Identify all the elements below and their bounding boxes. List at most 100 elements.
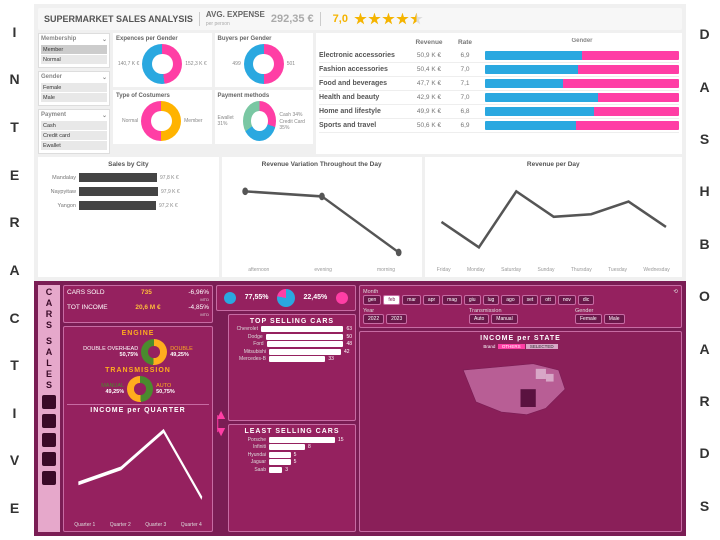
donut-icon xyxy=(243,101,276,141)
filter-chip[interactable]: mar xyxy=(402,295,421,305)
sidebar-letter: E xyxy=(46,370,52,379)
filter-option[interactable]: Member xyxy=(41,45,107,54)
bar-row: Porsche15 xyxy=(232,437,352,443)
axis-tick: Friday xyxy=(437,267,451,273)
table-row[interactable]: Food and beverages47,7 K €7,1 xyxy=(319,77,679,91)
filter-chip[interactable]: set xyxy=(522,295,539,305)
chart-title: Type of Costumers xyxy=(116,93,170,99)
filter-chip[interactable]: mag xyxy=(442,295,462,305)
filter-option[interactable]: Ewallet xyxy=(41,141,107,150)
filter-option[interactable]: Cash xyxy=(41,121,107,130)
data-label: 152,3 K € xyxy=(185,61,206,67)
donut-icon xyxy=(141,101,181,141)
kpi-label: TOT INCOME xyxy=(67,304,108,318)
filter-chip[interactable]: lug xyxy=(483,295,500,305)
data-label: Member xyxy=(184,118,202,124)
table-row[interactable]: Home and lifestyle49,9 K €6,8 xyxy=(319,105,679,119)
rail-letter: T xyxy=(10,119,20,135)
sidebar-letter: A xyxy=(46,299,53,308)
section-title: ENGINE xyxy=(67,330,209,337)
col-header: Revenue xyxy=(413,39,445,46)
gender-bar xyxy=(485,79,679,88)
filter-payment: Payment⌄ Cash Credit card Ewallet xyxy=(38,109,110,154)
kpi-value: 20,6 M € xyxy=(135,304,160,318)
chart-title: Revenue Variation Throughout the Day xyxy=(226,161,418,168)
filter-title: Transmission xyxy=(469,308,502,314)
filter-chip[interactable]: Female xyxy=(575,314,602,324)
bar-value: 42 xyxy=(344,349,350,355)
filter-option[interactable]: Normal xyxy=(41,55,107,64)
rail-letter: S xyxy=(700,498,710,514)
kpi-value: 735 xyxy=(141,289,152,303)
chart-payment-methods: Payment methods Ewallet 31% Cash 34%Cred… xyxy=(215,90,314,144)
table-row[interactable]: Health and beauty42,9 K €7,0 xyxy=(319,91,679,105)
table-row[interactable]: Sports and travel50,6 K €6,9 xyxy=(319,119,679,133)
sidebar-nav-icon[interactable] xyxy=(42,414,56,428)
sidebar-letter: C xyxy=(46,288,53,297)
bar-label: Hyundai xyxy=(232,452,266,458)
filter-option[interactable]: Male xyxy=(41,93,107,102)
filter-chip[interactable]: Manual xyxy=(491,314,517,324)
table-row[interactable]: Fashion accessories50,4 K €7,0 xyxy=(319,63,679,77)
rail-letter: A xyxy=(699,341,710,357)
gender-bar xyxy=(485,107,679,116)
bar-row: Mercedes-B33 xyxy=(232,356,352,362)
sidebar-nav-icon[interactable] xyxy=(42,395,56,409)
chart-customer-type: Type of Costumers Normal Member xyxy=(113,90,212,144)
filter-membership: Membership⌄ Member Normal xyxy=(38,33,110,68)
bar-value: 97,8 K € xyxy=(160,175,179,181)
bar-label: Yangon xyxy=(42,203,76,209)
filter-chip[interactable]: 2023 xyxy=(386,314,407,324)
bar-value: 48 xyxy=(346,341,352,347)
kpi-delta: -4,85% xyxy=(188,304,209,311)
filter-title: Year xyxy=(363,308,374,314)
clear-icon[interactable]: ⌄ xyxy=(102,36,107,43)
chart-title: Revenue per Day xyxy=(429,161,678,168)
bar-icon xyxy=(269,467,282,473)
bar-icon xyxy=(79,173,157,182)
filter-option[interactable]: Credit card xyxy=(41,131,107,140)
filter-chip[interactable]: Auto xyxy=(469,314,489,324)
axis-tick: morning xyxy=(377,267,395,273)
filter-chip[interactable]: ago xyxy=(501,295,519,305)
table-row[interactable]: Electronic accessories50,9 K €6,9 xyxy=(319,49,679,63)
cell-name: Electronic accessories xyxy=(319,52,409,59)
filter-chip[interactable]: ott xyxy=(540,295,556,305)
income-per-state-map[interactable]: INCOME per STATE Brand OTHERS SELECTED xyxy=(359,331,682,532)
filter-chip[interactable]: nov xyxy=(558,295,576,305)
filter-chip[interactable]: giu xyxy=(464,295,481,305)
legend-item: OTHERS xyxy=(498,344,525,349)
col-header: Rate xyxy=(449,39,481,46)
clear-icon[interactable]: ⌄ xyxy=(102,112,107,119)
sidebar-nav-icon[interactable] xyxy=(42,471,56,485)
sidebar-nav-icon[interactable] xyxy=(42,433,56,447)
divider xyxy=(320,12,321,26)
filter-option[interactable]: Female xyxy=(41,83,107,92)
cell-rev: 47,7 K € xyxy=(413,80,445,87)
filter-chip[interactable]: Male xyxy=(604,314,625,324)
bar-label: Chevrolet xyxy=(232,326,258,332)
section-title: INCOME per QUARTER xyxy=(67,404,209,414)
pct-value: 77,55% xyxy=(245,294,269,301)
bar-icon xyxy=(79,187,158,196)
bar-row: Saab3 xyxy=(232,467,352,473)
rating-value: 7,0 xyxy=(333,13,348,25)
donut-icon xyxy=(127,376,153,402)
filter-chip[interactable]: feb xyxy=(383,295,400,305)
left-rail: INTERACTIVE xyxy=(0,0,30,540)
filter-chip[interactable]: 2022 xyxy=(363,314,384,324)
clear-icon[interactable]: ⟲ xyxy=(673,289,678,295)
sidebar-letter: R xyxy=(46,310,53,319)
bar-icon xyxy=(261,326,343,332)
chart-buyers-gender: Buyers per Gender 499 501 xyxy=(215,33,314,87)
bar-value: 5 xyxy=(294,452,297,458)
data-label: 140,7 K € xyxy=(118,61,139,67)
filter-chip[interactable]: dic xyxy=(578,295,594,305)
bar-icon xyxy=(269,459,291,465)
sidebar-letter: S xyxy=(46,381,52,390)
clear-icon[interactable]: ⌄ xyxy=(102,74,107,81)
filter-chip[interactable]: gen xyxy=(363,295,381,305)
kpi-delta: -6,96% xyxy=(188,289,209,296)
sidebar-nav-icon[interactable] xyxy=(42,452,56,466)
filter-chip[interactable]: apr xyxy=(423,295,440,305)
